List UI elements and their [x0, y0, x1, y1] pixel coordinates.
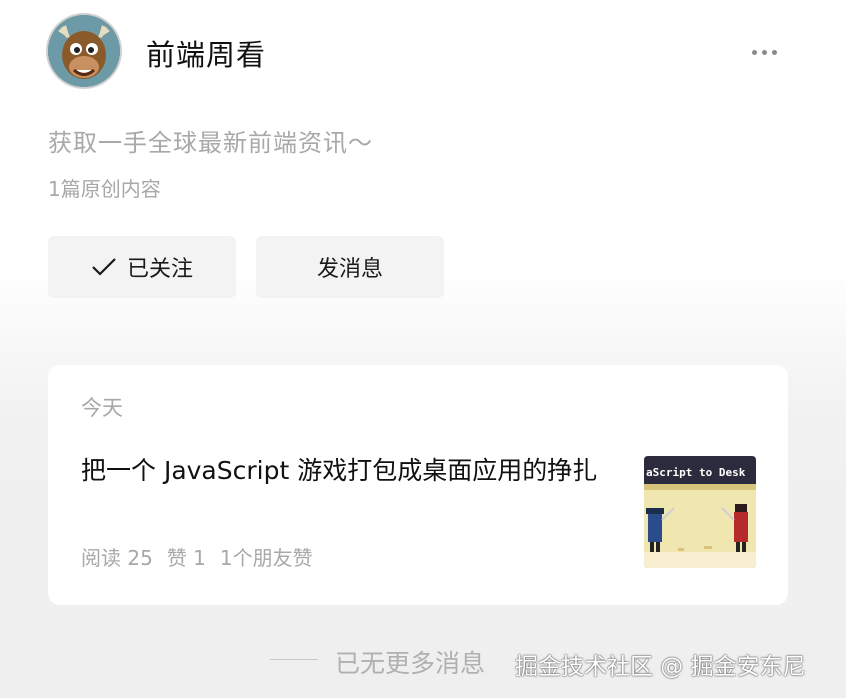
- thumbnail-caption: aScript to Desk: [646, 466, 746, 479]
- watermark: 掘金技术社区 @ 掘金安东尼: [515, 654, 806, 680]
- followed-button[interactable]: 已关注: [48, 236, 236, 298]
- checkmark-icon: [92, 258, 116, 276]
- original-count: 1篇原创内容: [48, 177, 161, 201]
- article-title[interactable]: 把一个 JavaScript 游戏打包成桌面应用的挣扎: [81, 451, 621, 491]
- no-more-messages: 已无更多消息: [335, 649, 486, 678]
- cartoon-moose-avatar-icon: [48, 15, 120, 87]
- more-dots-icon: [751, 49, 757, 55]
- article-meta: 阅读 25 赞 1 1个朋友赞: [81, 542, 313, 571]
- followed-label: 已关注: [126, 257, 193, 282]
- footer-divider: [270, 659, 318, 660]
- account-description: 获取一手全球最新前端资讯～: [48, 129, 373, 157]
- like-count: 赞 1: [166, 546, 206, 570]
- article-thumbnail[interactable]: aScript to Desk: [644, 456, 756, 568]
- more-button[interactable]: [744, 36, 784, 68]
- read-count: 阅读 25: [81, 546, 153, 570]
- article-date: 今天: [81, 396, 123, 420]
- article-card[interactable]: 今天 把一个 JavaScript 游戏打包成桌面应用的挣扎 阅读 25 赞 1…: [48, 365, 788, 605]
- friends-like: 1个朋友赞: [219, 546, 313, 570]
- avatar[interactable]: [48, 15, 120, 87]
- pixel-samurai-thumbnail-icon: aScript to Desk: [644, 456, 756, 568]
- account-name: 前端周看: [146, 38, 267, 72]
- send-message-label: 发消息: [316, 257, 383, 282]
- send-message-button[interactable]: 发消息: [256, 236, 444, 298]
